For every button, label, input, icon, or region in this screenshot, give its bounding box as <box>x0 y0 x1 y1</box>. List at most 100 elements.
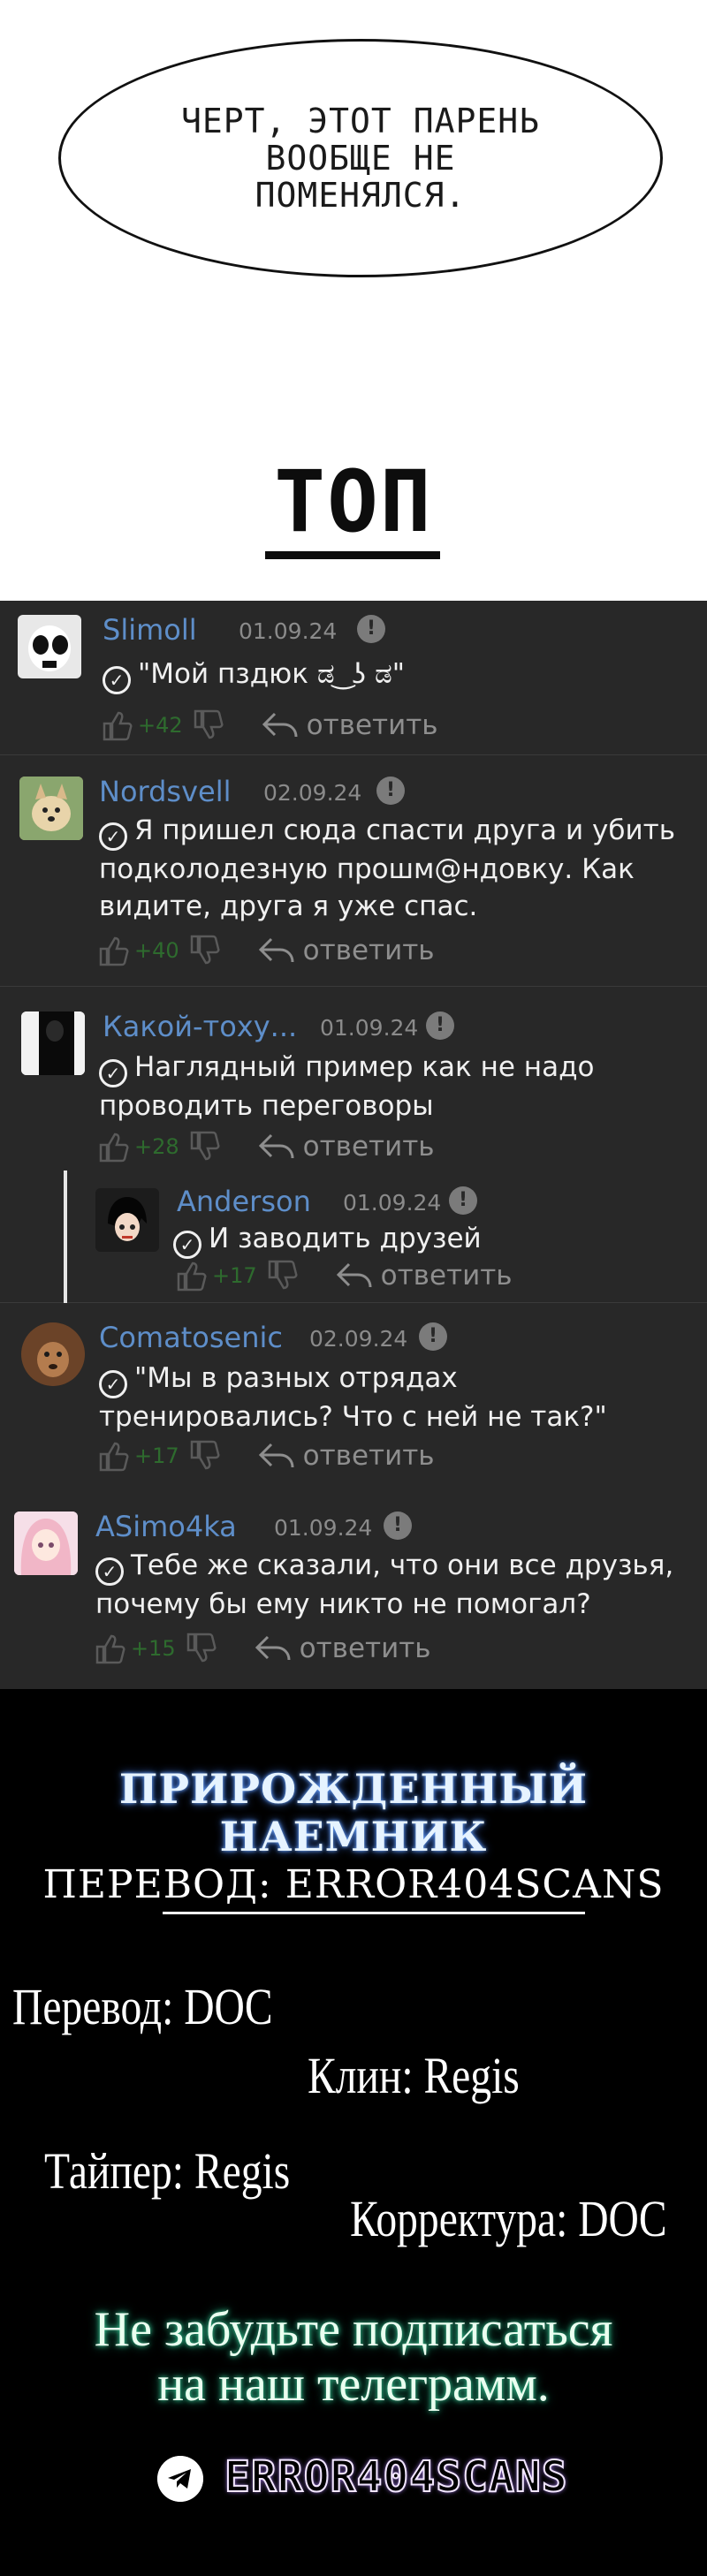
comment-text: "Мы в разных отрядах тренировались? Что … <box>99 1362 607 1433</box>
vote-score: +42 <box>138 713 183 738</box>
anime-avatar[interactable] <box>95 1188 159 1252</box>
reply-label: ответить <box>302 1131 435 1163</box>
info-icon[interactable]: ! <box>376 777 405 805</box>
comment-actions: +15 ответить <box>92 1630 431 1667</box>
reply-button[interactable]: ответить <box>261 709 438 741</box>
thumbs-down-icon[interactable] <box>190 708 225 743</box>
translation-team: ПЕРЕВОД: ERROR404SCANS <box>42 1862 665 1907</box>
telegram-icon[interactable] <box>157 2456 203 2502</box>
comment-text: Я пришел сюда спасти друга и убить подко… <box>99 814 675 922</box>
comments-section: Slimoll 01.09.24 ! ✓ "Мой пздюк ಡ ͜ ʖ ಡ" … <box>0 601 707 1689</box>
skull-avatar[interactable] <box>18 615 81 678</box>
dark-figure-avatar[interactable] <box>21 1011 85 1075</box>
reply-button[interactable]: ответить <box>257 1131 435 1163</box>
badge-icon: ✓ <box>173 1231 201 1259</box>
thumbs-down-icon[interactable] <box>186 933 222 968</box>
comment-username[interactable]: Slimoll <box>103 613 197 647</box>
comment-item: Nordsvell 02.09.24 ! ✓ Я пришел сюда спас… <box>0 755 707 987</box>
info-icon[interactable]: ! <box>357 615 385 643</box>
badge-icon: ✓ <box>99 1370 127 1398</box>
vote-score: +15 <box>131 1636 176 1661</box>
reply-label: ответить <box>302 935 435 966</box>
cat-avatar[interactable] <box>21 1322 85 1386</box>
badge-icon: ✓ <box>99 1059 127 1087</box>
comment-date: 01.09.24 <box>239 618 338 644</box>
reply-arrow-icon <box>255 1635 291 1661</box>
reply-arrow-icon <box>336 1262 372 1288</box>
speech-bubble: ЧЕРТ, ЭТОТ ПАРЕНЬ ВООБЩЕ НЕ ПОМЕНЯЛСЯ. <box>58 39 663 277</box>
heading-underline <box>265 551 440 559</box>
reply-button[interactable]: ответить <box>257 935 435 966</box>
comment-username[interactable]: Nordsvell <box>99 775 232 808</box>
comment-text: И заводить друзей <box>209 1223 482 1254</box>
credit-typesetting: Тайпер: Regis <box>44 2142 291 2200</box>
comment-username[interactable]: Comatosenic <box>99 1321 283 1354</box>
comment-text-row: ✓ "Мой пздюк ಡ ͜ ʖ ಡ" <box>103 655 686 694</box>
comment-text: "Мой пздюк ಡ ͜ ʖ ಡ" <box>138 658 405 690</box>
reply-arrow-icon <box>262 712 298 738</box>
comment-item: Comatosenic 02.09.24 ! ✓ "Мы в разных отр… <box>0 1303 707 1490</box>
comment-text-row: ✓ Тебе же сказали, что они все друзья, по… <box>95 1547 696 1623</box>
thumbs-up-icon[interactable] <box>173 1258 209 1293</box>
speech-bubble-text: ЧЕРТ, ЭТОТ ПАРЕНЬ ВООБЩЕ НЕ ПОМЕНЯЛСЯ. <box>181 102 540 215</box>
thumbs-down-icon[interactable] <box>186 1438 222 1474</box>
comment-date: 01.09.24 <box>274 1515 373 1541</box>
comment-username[interactable]: ASimo4ka <box>95 1510 237 1543</box>
thumbs-down-icon[interactable] <box>264 1258 300 1293</box>
reply-arrow-icon <box>258 937 294 963</box>
comment-date: 02.09.24 <box>263 780 362 806</box>
reply-label: ответить <box>306 709 438 741</box>
comment-text-row: ✓ "Мы в разных отрядах тренировались? Что… <box>99 1360 700 1436</box>
anime-girl-avatar[interactable] <box>14 1512 78 1575</box>
comment-date: 01.09.24 <box>320 1015 419 1041</box>
credits-panel: ПРИРОЖДЕННЫЙ НАЕМНИК ПЕРЕВОД: ERROR404SC… <box>0 1689 707 2576</box>
comment-item: Какой-тоху... 01.09.24 ! ✓ Наглядный прим… <box>0 987 707 1163</box>
comment-username[interactable]: Какой-тоху... <box>103 1010 297 1043</box>
info-icon[interactable]: ! <box>419 1322 447 1351</box>
comment-text-row: ✓ И заводить друзей <box>173 1220 686 1259</box>
info-icon[interactable]: ! <box>426 1011 454 1040</box>
vote-score: +28 <box>134 1134 179 1159</box>
thumbs-up-icon[interactable] <box>95 933 131 968</box>
thumbs-up-icon[interactable] <box>95 1129 131 1164</box>
thumbs-up-icon[interactable] <box>95 1438 131 1474</box>
manga-panel: ЧЕРТ, ЭТОТ ПАРЕНЬ ВООБЩЕ НЕ ПОМЕНЯЛСЯ. Т… <box>0 0 707 601</box>
thumbs-up-icon[interactable] <box>92 1631 127 1666</box>
thumbs-down-icon[interactable] <box>183 1631 218 1666</box>
subtitle-underline <box>163 1912 585 1914</box>
comment-date: 02.09.24 <box>309 1326 408 1352</box>
vote-score: +40 <box>134 938 179 963</box>
badge-icon: ✓ <box>103 666 131 694</box>
reply-comment-item: Anderson 01.09.24 ! ✓ И заводить друзей +… <box>0 1163 707 1303</box>
thumbs-up-icon[interactable] <box>99 708 134 743</box>
badge-icon: ✓ <box>99 822 127 851</box>
comment-text: Тебе же сказали, что они все друзья, поч… <box>95 1549 674 1620</box>
credit-cleaning: Клин: Regis <box>308 2047 520 2104</box>
comment-item: Slimoll 01.09.24 ! ✓ "Мой пздюк ಡ ͜ ʖ ಡ" … <box>0 601 707 755</box>
comment-username[interactable]: Anderson <box>177 1185 311 1218</box>
dog-avatar[interactable] <box>19 777 83 840</box>
vote-score: +17 <box>134 1443 179 1468</box>
comment-date: 01.09.24 <box>343 1190 442 1216</box>
comment-actions: +17 ответить <box>95 1437 435 1474</box>
thumbs-down-icon[interactable] <box>186 1129 222 1164</box>
reply-label: ответить <box>299 1633 431 1664</box>
reply-arrow-icon <box>258 1133 294 1159</box>
reply-button[interactable]: ответить <box>335 1260 513 1292</box>
comment-actions: +28 ответить <box>95 1128 435 1165</box>
telegram-handle[interactable]: ERROR404SCANS <box>224 2451 568 2503</box>
reply-button[interactable]: ответить <box>254 1633 431 1664</box>
reply-button[interactable]: ответить <box>257 1440 435 1472</box>
reply-label: ответить <box>380 1260 513 1292</box>
reply-arrow-icon <box>258 1443 294 1468</box>
top-heading: ТОП <box>274 452 433 551</box>
comment-actions: +40 ответить <box>95 932 435 969</box>
comment-item: ASimo4ka 01.09.24 ! ✓ Тебе же сказали, чт… <box>0 1490 707 1689</box>
credit-translation: Перевод: DOC <box>12 1978 273 2035</box>
comment-text-row: ✓ Я пришел сюда спасти друга и убить подк… <box>99 812 682 925</box>
comment-actions: +17 ответить <box>173 1257 513 1294</box>
info-icon[interactable]: ! <box>384 1512 412 1540</box>
badge-icon: ✓ <box>95 1557 124 1586</box>
info-icon[interactable]: ! <box>449 1186 477 1215</box>
series-title: ПРИРОЖДЕННЫЙ НАЕМНИК <box>118 1765 589 1860</box>
